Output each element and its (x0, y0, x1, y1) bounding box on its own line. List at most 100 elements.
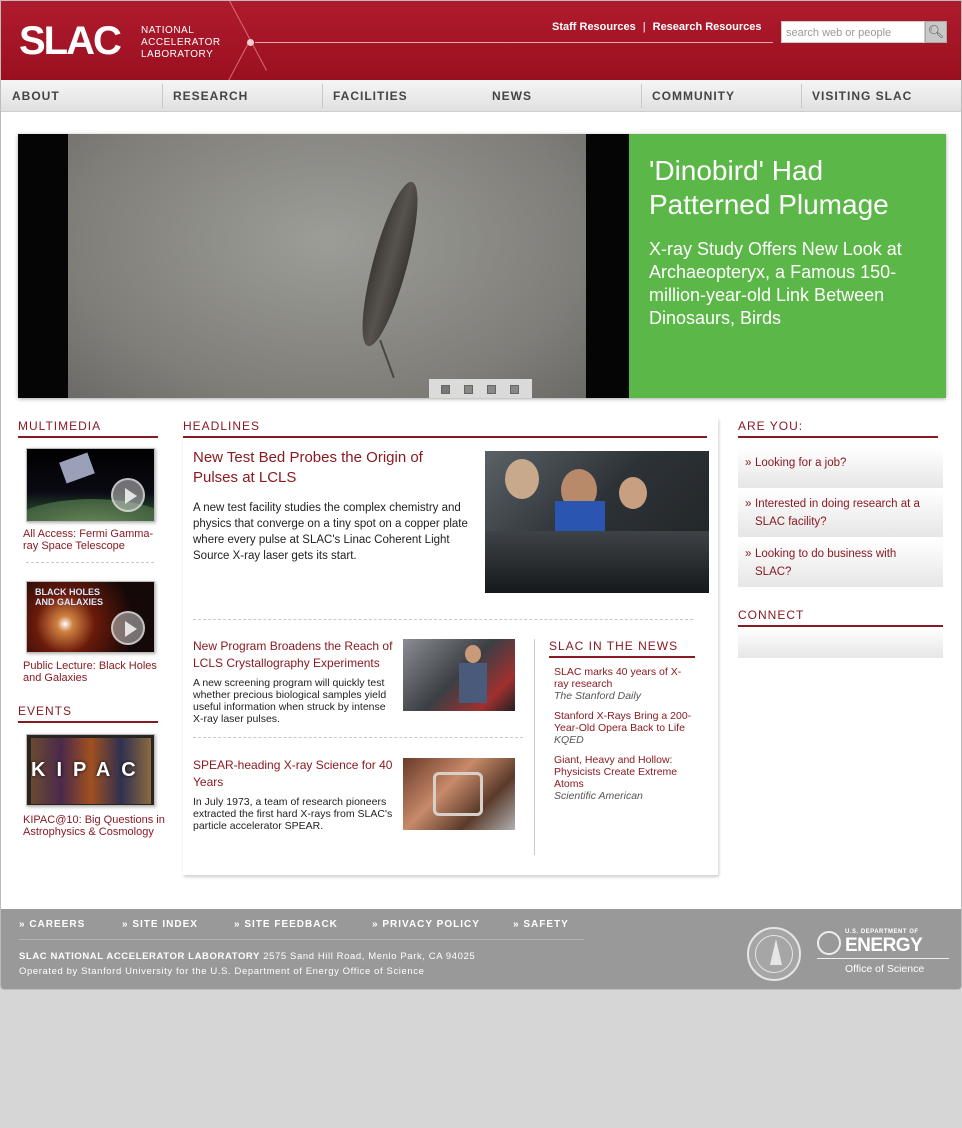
fermi-video-thumb[interactable] (26, 448, 155, 522)
story-body: In July 1973, a team of research pioneer… (193, 796, 393, 832)
thumb-title: AND GALAXIES (35, 597, 104, 607)
story-title[interactable]: SPEAR-heading X-ray Science for 40 Years (193, 757, 398, 791)
doe-energy-wordmark[interactable]: ENERGY (845, 935, 923, 957)
logo-line: NATIONAL (141, 25, 195, 36)
nav-item-research[interactable]: RESEARCH (162, 80, 248, 112)
header-decoration-line (227, 41, 250, 82)
hero-caption-panel[interactable]: 'Dinobird' Had Patterned Plumage X-ray S… (629, 134, 946, 398)
are-you-item[interactable]: » Interested in doing research at a SLAC … (738, 489, 943, 537)
divider (193, 737, 523, 738)
logo-line: ACCELERATOR (141, 37, 221, 48)
play-icon (111, 611, 145, 645)
kipac-letters: KIPAC (31, 759, 147, 781)
research-resources-link[interactable]: Research Resources (653, 21, 762, 33)
are-you-label: Looking to do business with SLAC? (755, 548, 897, 578)
search-button[interactable]: 🔍︎ (925, 21, 947, 43)
page-container: SLAC NATIONAL ACCELERATOR LABORATORY Sta… (0, 0, 962, 990)
footer-address: SLAC NATIONAL ACCELERATOR LABORATORY 257… (19, 949, 475, 979)
multimedia-caption[interactable]: All Access: Fermi Gamma-ray Space Telesc… (23, 528, 163, 552)
search-input[interactable]: search web or people (781, 21, 925, 43)
news-source: KQED (554, 734, 584, 746)
footer-link-site-index[interactable]: » SITE INDEX (122, 919, 198, 930)
logo-subtitle[interactable]: NATIONAL ACCELERATOR LABORATORY (141, 25, 221, 61)
page-background (0, 990, 962, 1128)
link-separator: | (642, 21, 646, 33)
thumb-title: BLACK HOLES (35, 587, 100, 597)
header-rule (255, 42, 773, 43)
person-shirt (555, 501, 605, 531)
kipac-event-thumb[interactable]: KIPAC (26, 734, 155, 806)
news-link[interactable]: Stanford X-Rays Bring a 200-Year-Old Ope… (554, 710, 704, 734)
multimedia-heading: MULTIMEDIA (18, 419, 158, 438)
divider (193, 619, 693, 620)
are-you-label: Looking for a job? (755, 457, 847, 469)
nav-item-community[interactable]: COMMUNITY (641, 80, 735, 112)
footer-link-privacy-policy[interactable]: » PRIVACY POLICY (372, 919, 480, 930)
news-source: Scientific American (554, 790, 643, 802)
slide-dot[interactable] (441, 385, 450, 394)
footer-operated-by: Operated by Stanford University for the … (19, 966, 425, 977)
doe-rule (817, 958, 949, 959)
person-face (619, 477, 647, 509)
satellite-shape (59, 452, 95, 484)
footer-link-safety[interactable]: » SAFETY (513, 919, 569, 930)
utility-links: Staff Resources | Research Resources (552, 21, 761, 33)
slide-pager (429, 379, 532, 398)
story-title[interactable]: New Program Broadens the Reach of LCLS C… (193, 638, 398, 672)
slide-dot[interactable] (464, 385, 473, 394)
slide-dot[interactable] (487, 385, 496, 394)
nav-item-about[interactable]: ABOUT (1, 80, 60, 112)
hero-title[interactable]: 'Dinobird' Had Patterned Plumage (649, 154, 926, 222)
person-face (505, 459, 539, 499)
lead-story-title[interactable]: New Test Bed Probes the Origin of Pulses… (193, 448, 463, 488)
logo-line: LABORATORY (141, 49, 214, 60)
site-header: SLAC NATIONAL ACCELERATOR LABORATORY Sta… (1, 1, 961, 82)
are-you-item[interactable]: » Looking for a job? (738, 448, 943, 488)
tree-icon (770, 939, 782, 965)
news-link[interactable]: Giant, Heavy and Hollow: Physicists Crea… (554, 754, 699, 790)
search-icon: 🔍︎ (927, 24, 945, 39)
news-source: The Stanford Daily (554, 690, 641, 702)
lead-story-image[interactable] (485, 451, 709, 593)
person-shirt (459, 663, 487, 703)
optics-table (485, 531, 709, 593)
chevron-right-icon: » (745, 457, 752, 469)
main-nav: ABOUT RESEARCH FACILITIES NEWS COMMUNITY… (1, 80, 961, 112)
person-face (465, 645, 481, 663)
hero-image[interactable] (18, 134, 629, 398)
slide-dot[interactable] (510, 385, 519, 394)
hero-subtitle[interactable]: X-ray Study Offers New Look at Archaeopt… (649, 238, 926, 330)
event-caption[interactable]: KIPAC@10: Big Questions in Astrophysics … (23, 814, 173, 838)
footer-link-site-feedback[interactable]: » SITE FEEDBACK (234, 919, 338, 930)
chevron-right-icon: » (745, 548, 752, 560)
story-image[interactable] (403, 758, 515, 830)
footer-lab-name: SLAC NATIONAL ACCELERATOR LABORATORY (19, 951, 260, 962)
are-you-item[interactable]: » Looking to do business with SLAC? (738, 539, 943, 587)
black-holes-video-thumb[interactable]: BLACK HOLES AND GALAXIES (26, 581, 155, 653)
news-link[interactable]: SLAC marks 40 years of X-ray research (554, 666, 694, 690)
footer-link-careers[interactable]: » CAREERS (19, 919, 85, 930)
column-divider (534, 639, 535, 855)
nav-item-visiting-slac[interactable]: VISITING SLAC (801, 80, 912, 112)
connect-heading: CONNECT (738, 608, 943, 627)
hero-slideshow: 'Dinobird' Had Patterned Plumage X-ray S… (18, 134, 946, 398)
apparatus-shape (433, 772, 483, 816)
are-you-label: Interested in doing research at a SLAC f… (755, 498, 920, 528)
multimedia-caption[interactable]: Public Lecture: Black Holes and Galaxies (23, 660, 163, 684)
connect-panel (738, 628, 943, 658)
header-decoration-line (229, 1, 267, 71)
events-heading: EVENTS (18, 704, 158, 723)
header-dot (247, 39, 254, 46)
staff-resources-link[interactable]: Staff Resources (552, 21, 636, 33)
chevron-right-icon: » (745, 498, 752, 510)
nav-item-facilities[interactable]: FACILITIES (322, 80, 408, 112)
doe-office-label[interactable]: Office of Science (845, 963, 924, 975)
site-footer: » CAREERS » SITE INDEX » SITE FEEDBACK »… (1, 909, 961, 989)
doe-emblem-icon[interactable] (817, 931, 841, 955)
nav-item-news[interactable]: NEWS (481, 80, 532, 112)
footer-street: 2575 Sand Hill Road, Menlo Park, CA 9402… (263, 951, 476, 962)
lead-story-body: A new test facility studies the complex … (193, 502, 468, 562)
stanford-seal-icon[interactable] (747, 927, 801, 981)
slac-logo[interactable]: SLAC (19, 19, 122, 63)
story-image[interactable] (403, 639, 515, 711)
